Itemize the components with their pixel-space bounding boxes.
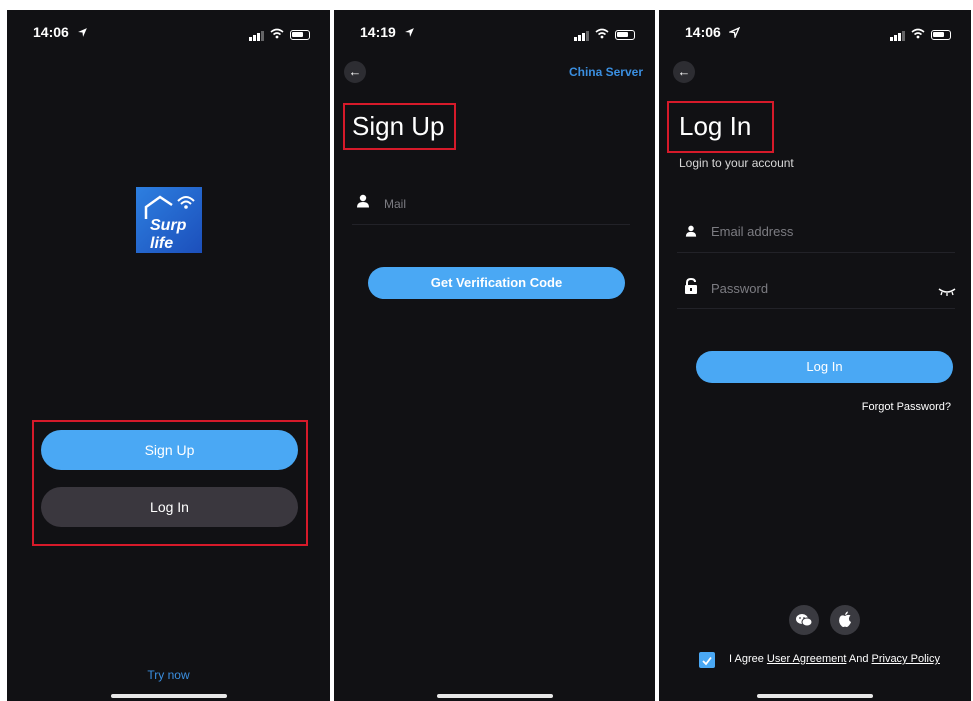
- agree-and: And: [848, 653, 869, 665]
- forgot-password-link[interactable]: Forgot Password?: [862, 401, 951, 413]
- password-field[interactable]: Password: [711, 281, 768, 296]
- mail-input[interactable]: Mail: [384, 197, 406, 211]
- battery-icon: [615, 30, 635, 40]
- page-title: Log In: [679, 111, 752, 141]
- status-bar: 14:06: [7, 24, 330, 42]
- home-indicator: [110, 694, 227, 698]
- wifi-icon: [911, 26, 925, 44]
- location-arrow-icon: [404, 25, 415, 43]
- back-arrow-icon: ←: [677, 64, 691, 79]
- agree-prefix: I Agree: [729, 653, 764, 665]
- privacy-policy-link[interactable]: Privacy Policy: [872, 653, 940, 665]
- page-title: Sign Up: [352, 111, 445, 141]
- user-icon: [685, 224, 697, 242]
- location-arrow-icon: [727, 25, 741, 43]
- wifi-icon: [270, 26, 284, 44]
- status-time: 14:06: [33, 24, 69, 40]
- status-time: 14:06: [685, 24, 721, 40]
- log-in-button[interactable]: Log In: [696, 351, 953, 383]
- wechat-icon: [795, 613, 813, 632]
- back-button[interactable]: ←: [344, 61, 366, 83]
- eye-closed-icon[interactable]: [938, 283, 956, 301]
- page-subtitle: Login to your account: [679, 156, 794, 170]
- home-indicator: [436, 694, 553, 698]
- apple-login-button[interactable]: [830, 605, 860, 635]
- back-arrow-icon: ←: [348, 64, 362, 79]
- user-agreement-link[interactable]: User Agreement: [767, 653, 846, 665]
- checkbox-checked-icon: [701, 654, 713, 672]
- app-logo: Surp life: [136, 187, 202, 253]
- apple-icon: [838, 611, 852, 633]
- log-in-button[interactable]: Log In: [41, 487, 298, 527]
- agree-checkbox[interactable]: [699, 652, 715, 668]
- try-now-link[interactable]: Try now: [7, 668, 330, 682]
- back-button[interactable]: ←: [673, 61, 695, 83]
- wechat-login-button[interactable]: [789, 605, 819, 635]
- signal-bars-icon: [890, 30, 905, 41]
- signal-bars-icon: [574, 30, 589, 41]
- wifi-icon: [595, 26, 609, 44]
- mail-underline: [352, 224, 630, 225]
- battery-icon: [931, 30, 951, 40]
- email-field[interactable]: Email address: [711, 224, 793, 239]
- logo-text: Surp life: [150, 217, 187, 252]
- china-server-link[interactable]: China Server: [569, 65, 643, 79]
- home-indicator: [757, 694, 873, 698]
- status-time: 14:19: [360, 24, 396, 40]
- email-underline: [677, 252, 955, 253]
- signal-bars-icon: [249, 30, 264, 41]
- status-bar: 14:19: [334, 24, 655, 42]
- lock-icon: [684, 277, 698, 299]
- sign-up-screen: 14:19 ← China Server Sign Up Mail Get Ve…: [334, 10, 655, 701]
- get-verification-code-button[interactable]: Get Verification Code: [368, 267, 625, 299]
- password-underline: [677, 308, 955, 309]
- battery-icon: [290, 30, 310, 40]
- welcome-screen: 14:06 Surp life Sign Up Log In Try now: [7, 10, 330, 701]
- user-icon: [356, 194, 370, 213]
- log-in-screen: 14:06 ← Log In Login to your account Ema…: [659, 10, 971, 701]
- agreement-text: I Agree User Agreement And Privacy Polic…: [729, 653, 940, 665]
- sign-up-button[interactable]: Sign Up: [41, 430, 298, 470]
- status-bar: 14:06: [659, 24, 971, 42]
- location-arrow-icon: [77, 25, 88, 43]
